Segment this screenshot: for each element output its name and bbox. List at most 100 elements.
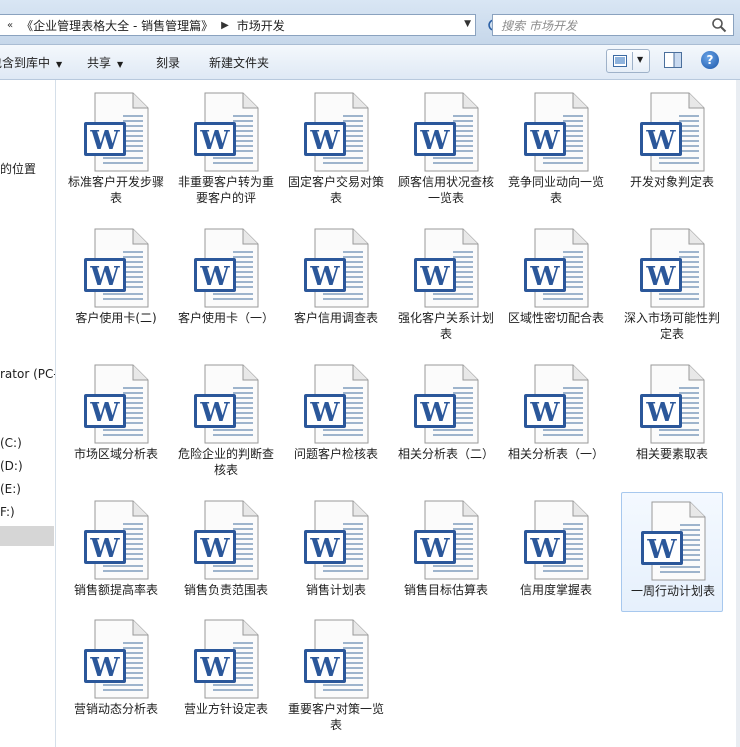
word-document-icon: W — [414, 92, 479, 172]
file-item-5[interactable]: W 竞争同业动向一览表 — [505, 84, 607, 205]
file-item-10[interactable]: W 强化客户关系计划表 — [395, 220, 497, 341]
include-in-library-label: 包含到库中 — [0, 56, 51, 70]
help-button[interactable]: ? — [701, 51, 719, 69]
file-name: 客户信用调查表 — [293, 311, 378, 325]
dropdown-arrow-icon: ▼ — [56, 60, 63, 69]
file-name: 销售计划表 — [305, 583, 366, 597]
svg-text:W: W — [646, 535, 677, 565]
word-document-icon: W — [304, 619, 369, 699]
include-in-library-button[interactable]: 包含到库中 ▼ — [0, 54, 62, 71]
file-item-27[interactable]: W 重要客户对策一览表 — [285, 611, 387, 732]
file-name: 危险企业的判断查核表 — [177, 447, 274, 477]
chevron-down-icon[interactable]: ▼ — [637, 55, 643, 64]
dropdown-arrow-icon: ▼ — [117, 60, 124, 69]
chevron-down-icon[interactable]: ▼ — [464, 19, 471, 29]
scrollbar[interactable] — [736, 80, 740, 747]
nav-item-selected[interactable] — [0, 526, 54, 546]
word-document-icon: W — [304, 228, 369, 308]
svg-text:W: W — [199, 534, 230, 564]
file-name: 相关分析表（一） — [507, 447, 604, 461]
nav-item-drive-f[interactable]: F:) — [0, 505, 15, 519]
word-document-icon: W — [524, 500, 589, 580]
word-document-icon: W — [524, 92, 589, 172]
word-document-icon: W — [304, 500, 369, 580]
file-item-24[interactable]: W 一周行动计划表 — [621, 492, 723, 612]
svg-text:W: W — [419, 398, 450, 428]
svg-text:W: W — [89, 398, 120, 428]
svg-text:W: W — [645, 126, 676, 156]
word-document-icon: W — [640, 92, 705, 172]
file-item-20[interactable]: W 销售负责范围表 — [175, 492, 277, 612]
file-item-11[interactable]: W 区域性密切配合表 — [505, 220, 607, 340]
svg-text:W: W — [419, 534, 450, 564]
file-item-1[interactable]: W 标准客户开发步骤表 — [65, 84, 167, 205]
breadcrumb-item-current[interactable]: 市场开发 — [237, 17, 285, 34]
svg-text:W: W — [529, 262, 560, 292]
file-item-14[interactable]: W 危险企业的判断查核表 — [175, 356, 277, 477]
word-document-icon: W — [414, 500, 479, 580]
file-name: 固定客户交易对策表 — [287, 175, 384, 205]
word-document-icon: W — [84, 92, 149, 172]
file-item-16[interactable]: W 相关分析表（二） — [395, 356, 497, 476]
file-name: 销售目标估算表 — [403, 583, 488, 597]
file-item-23[interactable]: W 信用度掌握表 — [505, 492, 607, 612]
svg-text:W: W — [419, 126, 450, 156]
breadcrumb[interactable]: « 《企业管理表格大全 - 销售管理篇》 ▶ 市场开发 ▼ — [0, 14, 476, 36]
file-item-22[interactable]: W 销售目标估算表 — [395, 492, 497, 612]
file-item-25[interactable]: W 营销动态分析表 — [65, 611, 167, 731]
svg-text:W: W — [199, 126, 230, 156]
share-label: 共享 — [87, 56, 112, 70]
burn-button[interactable]: 刻录 — [156, 54, 180, 71]
file-name: 非重要客户转为重要客户的评 — [177, 175, 274, 205]
file-item-3[interactable]: W 固定客户交易对策表 — [285, 84, 387, 205]
file-item-4[interactable]: W 顾客信用状况查核一览表 — [395, 84, 497, 205]
file-item-15[interactable]: W 问题客户检核表 — [285, 356, 387, 476]
file-name: 顾客信用状况查核一览表 — [397, 175, 494, 205]
file-item-2[interactable]: W 非重要客户转为重要客户的评 — [175, 84, 277, 205]
file-name: 销售负责范围表 — [183, 583, 268, 597]
chevron-right-icon[interactable]: ▶ — [221, 20, 229, 31]
new-folder-button[interactable]: 新建文件夹 — [209, 54, 269, 71]
word-document-icon: W — [414, 364, 479, 444]
divider — [632, 52, 633, 70]
file-item-18[interactable]: W 相关要素取表 — [621, 356, 723, 476]
nav-item-drive-c[interactable]: (C:) — [0, 436, 22, 450]
file-name: 营销动态分析表 — [73, 702, 158, 716]
word-document-icon: W — [304, 92, 369, 172]
nav-item-drive-d[interactable]: (D:) — [0, 459, 23, 473]
breadcrumb-item-parent[interactable]: 《企业管理表格大全 - 销售管理篇》 — [21, 17, 213, 34]
file-item-9[interactable]: W 客户信用调查表 — [285, 220, 387, 340]
nav-item-locations[interactable]: 的位置 — [0, 160, 36, 177]
file-name: 客户使用卡（一） — [177, 311, 274, 325]
file-name: 问题客户检核表 — [293, 447, 378, 461]
nav-item-computer[interactable]: rator (PC- — [0, 367, 55, 381]
svg-text:W: W — [89, 653, 120, 683]
word-document-icon: W — [84, 228, 149, 308]
file-item-17[interactable]: W 相关分析表（一） — [505, 356, 607, 476]
share-button[interactable]: 共享 ▼ — [87, 54, 123, 71]
file-name: 销售额提高率表 — [73, 583, 158, 597]
search-input[interactable]: 搜索 市场开发 — [492, 14, 734, 36]
svg-text:W: W — [645, 262, 676, 292]
word-document-icon: W — [194, 228, 259, 308]
word-document-icon: W — [84, 619, 149, 699]
svg-text:W: W — [89, 534, 120, 564]
file-item-8[interactable]: W 客户使用卡（一） — [175, 220, 277, 340]
file-name: 客户使用卡(二) — [75, 311, 157, 325]
file-item-13[interactable]: W 市场区域分析表 — [65, 356, 167, 476]
file-item-7[interactable]: W 客户使用卡(二) — [65, 220, 167, 340]
address-bar: « 《企业管理表格大全 - 销售管理篇》 ▶ 市场开发 ▼ 搜索 市场开发 — [0, 0, 740, 45]
file-item-12[interactable]: W 深入市场可能性判定表 — [621, 220, 723, 341]
file-item-26[interactable]: W 营业方针设定表 — [175, 611, 277, 731]
file-item-19[interactable]: W 销售额提高率表 — [65, 492, 167, 612]
file-item-21[interactable]: W 销售计划表 — [285, 492, 387, 612]
svg-text:W: W — [309, 534, 340, 564]
nav-item-drive-e[interactable]: (E:) — [0, 482, 21, 496]
file-item-6[interactable]: W 开发对象判定表 — [621, 84, 723, 204]
preview-pane-icon[interactable] — [664, 52, 682, 68]
change-view-button[interactable]: ▼ — [606, 49, 650, 73]
search-icon[interactable] — [711, 17, 727, 33]
navigation-pane: 的位置 rator (PC- (C:) (D:) (E:) F:) — [0, 80, 56, 747]
help-icon: ? — [706, 53, 714, 67]
chevron-double-left-icon[interactable]: « — [7, 20, 13, 31]
